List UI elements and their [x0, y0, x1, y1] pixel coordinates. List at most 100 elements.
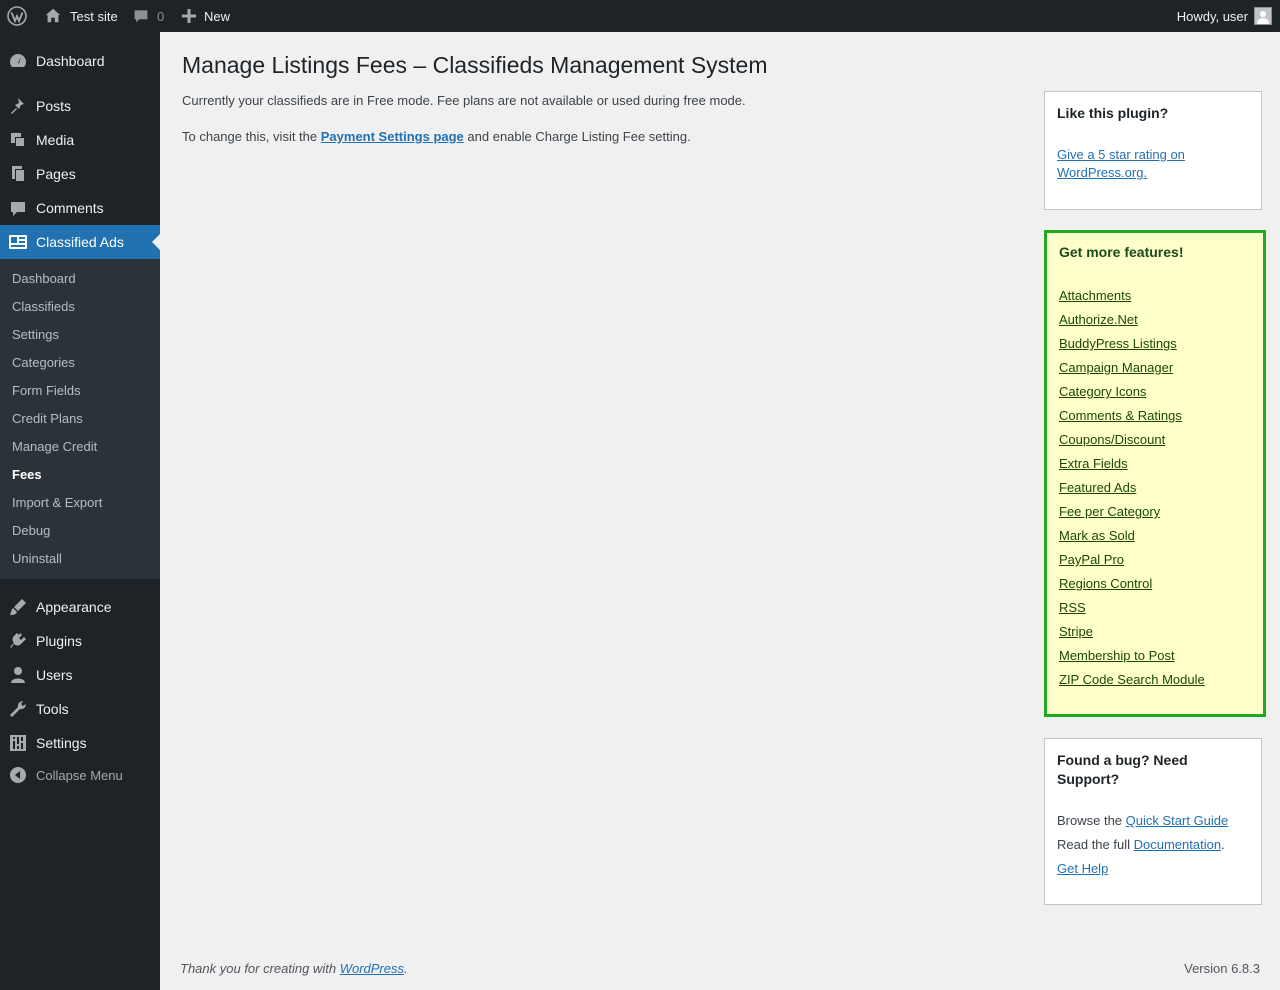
note-text: and enable Charge Listing Fee setting. [463, 129, 691, 144]
submenu-item[interactable]: Dashboard [12, 268, 76, 288]
menu-comments[interactable]: Comments [0, 191, 160, 225]
feature-link[interactable]: ZIP Code Search Module [1059, 668, 1251, 692]
wordpress-logo-icon[interactable] [7, 0, 29, 32]
collapse-arrow-icon [0, 765, 36, 785]
wordpress-link[interactable]: WordPress [340, 961, 404, 976]
read-text-end: . [1221, 837, 1225, 852]
features-box-title: Get more features! [1059, 244, 1184, 260]
menu-label: Posts [36, 98, 72, 114]
comment-icon [0, 198, 36, 218]
feature-link[interactable]: Campaign Manager [1059, 356, 1251, 380]
rating-link[interactable]: Give a 5 star rating on WordPress.org. [1057, 147, 1185, 180]
feature-link[interactable]: Mark as Sold [1059, 524, 1251, 548]
submenu-item[interactable]: Form Fields [12, 380, 81, 400]
submenu-item[interactable]: Credit Plans [12, 408, 83, 428]
menu-label: Users [36, 667, 73, 683]
feature-link[interactable]: Stripe [1059, 620, 1251, 644]
note-text: To change this, visit the [182, 129, 321, 144]
menu-label: Settings [36, 735, 87, 751]
media-icon [0, 130, 36, 150]
page-title: Manage Listings Fees – Classifieds Manag… [182, 52, 768, 78]
rating-link-wrap: Give a 5 star rating on WordPress.org. [1057, 146, 1249, 182]
menu-label: Dashboard [36, 53, 105, 69]
menu-settings[interactable]: Settings [0, 726, 160, 760]
menu-tools[interactable]: Tools [0, 692, 160, 726]
rating-link-line: WordPress.org. [1057, 165, 1148, 180]
support-title-line: Found a bug? Need [1057, 752, 1188, 768]
like-box-title: Like this plugin? [1057, 105, 1169, 121]
classified-ads-submenu: Dashboard Classifieds Settings Categorie… [0, 259, 160, 579]
footer-text-end: . [404, 961, 408, 976]
submenu-item[interactable]: Classifieds [12, 296, 75, 316]
submenu-item[interactable]: Debug [12, 520, 50, 540]
submenu-item-current[interactable]: Fees [12, 464, 42, 484]
feature-link[interactable]: Attachments [1059, 284, 1251, 308]
classified-ads-icon [0, 232, 36, 252]
collapse-menu-label: Collapse Menu [36, 767, 123, 783]
comments-link[interactable]: 0 [133, 0, 164, 32]
menu-label: Media [36, 132, 75, 148]
feature-link[interactable]: Regions Control [1059, 572, 1251, 596]
home-icon [44, 7, 62, 25]
submenu-item[interactable]: Settings [12, 324, 59, 344]
like-plugin-box: Like this plugin? Give a 5 star rating o… [1044, 91, 1262, 210]
menu-label: Pages [36, 166, 76, 182]
admin-sidebar: Dashboard Posts Media Pages Comments Cla… [0, 32, 160, 990]
menu-label: Comments [36, 200, 104, 216]
get-help-link[interactable]: Get Help [1057, 861, 1108, 876]
menu-posts[interactable]: Posts [0, 89, 160, 123]
menu-label: Plugins [36, 633, 82, 649]
site-name: Test site [70, 8, 118, 24]
wrench-icon [0, 699, 36, 719]
feature-link[interactable]: Category Icons [1059, 380, 1251, 404]
feature-link[interactable]: Membership to Post [1059, 644, 1251, 668]
more-features-box: Get more features! Attachments Authorize… [1044, 230, 1266, 717]
pushpin-icon [0, 96, 36, 116]
menu-classified-ads[interactable]: Classified Ads [0, 225, 160, 259]
menu-users[interactable]: Users [0, 658, 160, 692]
submenu-item[interactable]: Categories [12, 352, 75, 372]
menu-pages[interactable]: Pages [0, 157, 160, 191]
menu-label: Classified Ads [36, 234, 124, 250]
help-line: Get Help [1057, 860, 1249, 878]
plugin-icon [0, 631, 36, 651]
support-box: Found a bug? Need Support? Browse the Qui… [1044, 738, 1262, 905]
menu-dashboard[interactable]: Dashboard [0, 44, 160, 78]
user-icon [0, 665, 36, 685]
feature-link[interactable]: PayPal Pro [1059, 548, 1251, 572]
submenu-item[interactable]: Manage Credit [12, 436, 97, 456]
free-mode-note: Currently your classifieds are in Free m… [182, 93, 746, 108]
feature-link[interactable]: RSS [1059, 596, 1251, 620]
menu-media[interactable]: Media [0, 123, 160, 157]
feature-link[interactable]: Comments & Ratings [1059, 404, 1251, 428]
my-account-link[interactable]: Howdy, user [1177, 0, 1272, 32]
documentation-link[interactable]: Documentation [1134, 837, 1221, 852]
site-name-link[interactable]: Test site [44, 0, 118, 32]
feature-link[interactable]: BuddyPress Listings [1059, 332, 1251, 356]
support-title-line: Support? [1057, 771, 1120, 787]
read-text: Read the full [1057, 837, 1134, 852]
browse-line: Browse the Quick Start Guide [1057, 812, 1249, 830]
plus-icon [182, 9, 196, 23]
collapse-menu-button[interactable]: Collapse Menu [0, 758, 160, 792]
submenu-item[interactable]: Import & Export [12, 492, 102, 512]
submenu-item[interactable]: Uninstall [12, 548, 62, 568]
footer-thanks: Thank you for creating with WordPress. [180, 961, 408, 976]
new-content-link[interactable]: New [182, 0, 230, 32]
menu-plugins[interactable]: Plugins [0, 624, 160, 658]
menu-label: Tools [36, 701, 69, 717]
feature-link[interactable]: Featured Ads [1059, 476, 1251, 500]
brush-icon [0, 597, 36, 617]
feature-link[interactable]: Authorize.Net [1059, 308, 1251, 332]
menu-appearance[interactable]: Appearance [0, 590, 160, 624]
quick-start-link[interactable]: Quick Start Guide [1126, 813, 1229, 828]
footer-version: Version 6.8.3 [1184, 961, 1260, 976]
feature-link[interactable]: Coupons/Discount [1059, 428, 1251, 452]
feature-link[interactable]: Extra Fields [1059, 452, 1251, 476]
feature-link[interactable]: Fee per Category [1059, 500, 1251, 524]
payment-settings-link[interactable]: Payment Settings page [321, 129, 464, 144]
support-box-title: Found a bug? Need Support? [1057, 751, 1249, 789]
settings-icon [0, 733, 36, 753]
dashboard-icon [0, 51, 36, 71]
new-label: New [204, 8, 231, 24]
